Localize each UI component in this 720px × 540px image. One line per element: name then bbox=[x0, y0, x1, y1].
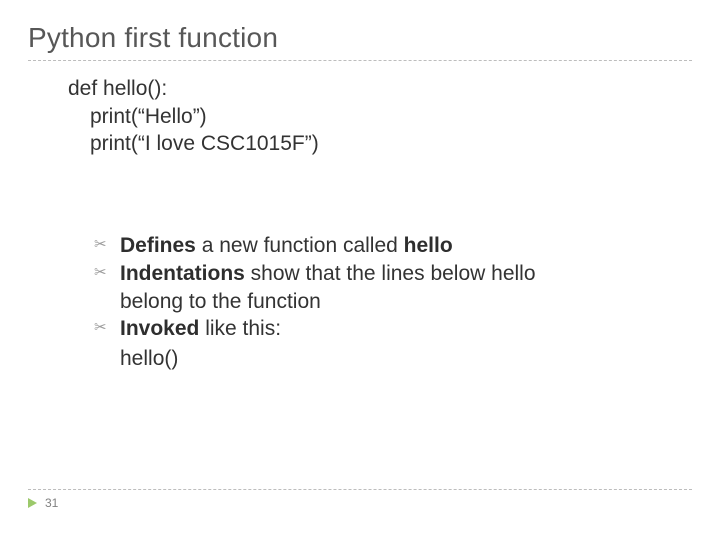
slide: Python first function def hello(): print… bbox=[0, 0, 720, 540]
bold-hello: hello bbox=[404, 234, 453, 257]
bullet-marker-icon: ✂ bbox=[94, 232, 110, 258]
bullet-text-2: Indentations show that the lines below h… bbox=[120, 260, 692, 288]
bullet-text-1: Defines a new function called hello bbox=[120, 232, 692, 260]
title-divider bbox=[28, 60, 692, 61]
slide-title: Python first function bbox=[28, 22, 692, 54]
bullet-text-2-cont: belong to the function bbox=[120, 288, 692, 316]
code-line-2: print(“Hello”) bbox=[68, 103, 692, 131]
text-span: a new function called bbox=[196, 234, 404, 257]
bold-invoked: Invoked bbox=[120, 317, 199, 340]
code-line-3: print(“I love CSC1015F”) bbox=[68, 130, 692, 158]
bullet-text-3: Invoked like this: bbox=[120, 315, 692, 343]
invoke-call-line: hello() bbox=[120, 345, 692, 373]
page-arrow-icon bbox=[28, 498, 37, 508]
text-span: show that the lines below hello bbox=[245, 262, 536, 285]
slide-footer: 31 bbox=[0, 489, 720, 510]
code-block: def hello(): print(“Hello”) print(“I lov… bbox=[68, 75, 692, 158]
footer-divider bbox=[28, 489, 692, 490]
bullet-item-2-cont: belong to the function bbox=[120, 288, 692, 316]
page-number: 31 bbox=[45, 496, 58, 510]
bullet-item-1: ✂ Defines a new function called hello bbox=[94, 232, 692, 260]
bullet-item-3: ✂ Invoked like this: bbox=[94, 315, 692, 343]
page-number-wrap: 31 bbox=[28, 496, 720, 510]
bold-indentations: Indentations bbox=[120, 262, 245, 285]
text-span: like this: bbox=[199, 317, 281, 340]
bullet-marker-icon: ✂ bbox=[94, 260, 110, 286]
bullet-list: ✂ Defines a new function called hello ✂ … bbox=[94, 232, 692, 373]
bullet-item-2: ✂ Indentations show that the lines below… bbox=[94, 260, 692, 288]
bold-defines: Defines bbox=[120, 234, 196, 257]
code-line-1: def hello(): bbox=[68, 75, 692, 103]
bullet-marker-icon: ✂ bbox=[94, 315, 110, 341]
